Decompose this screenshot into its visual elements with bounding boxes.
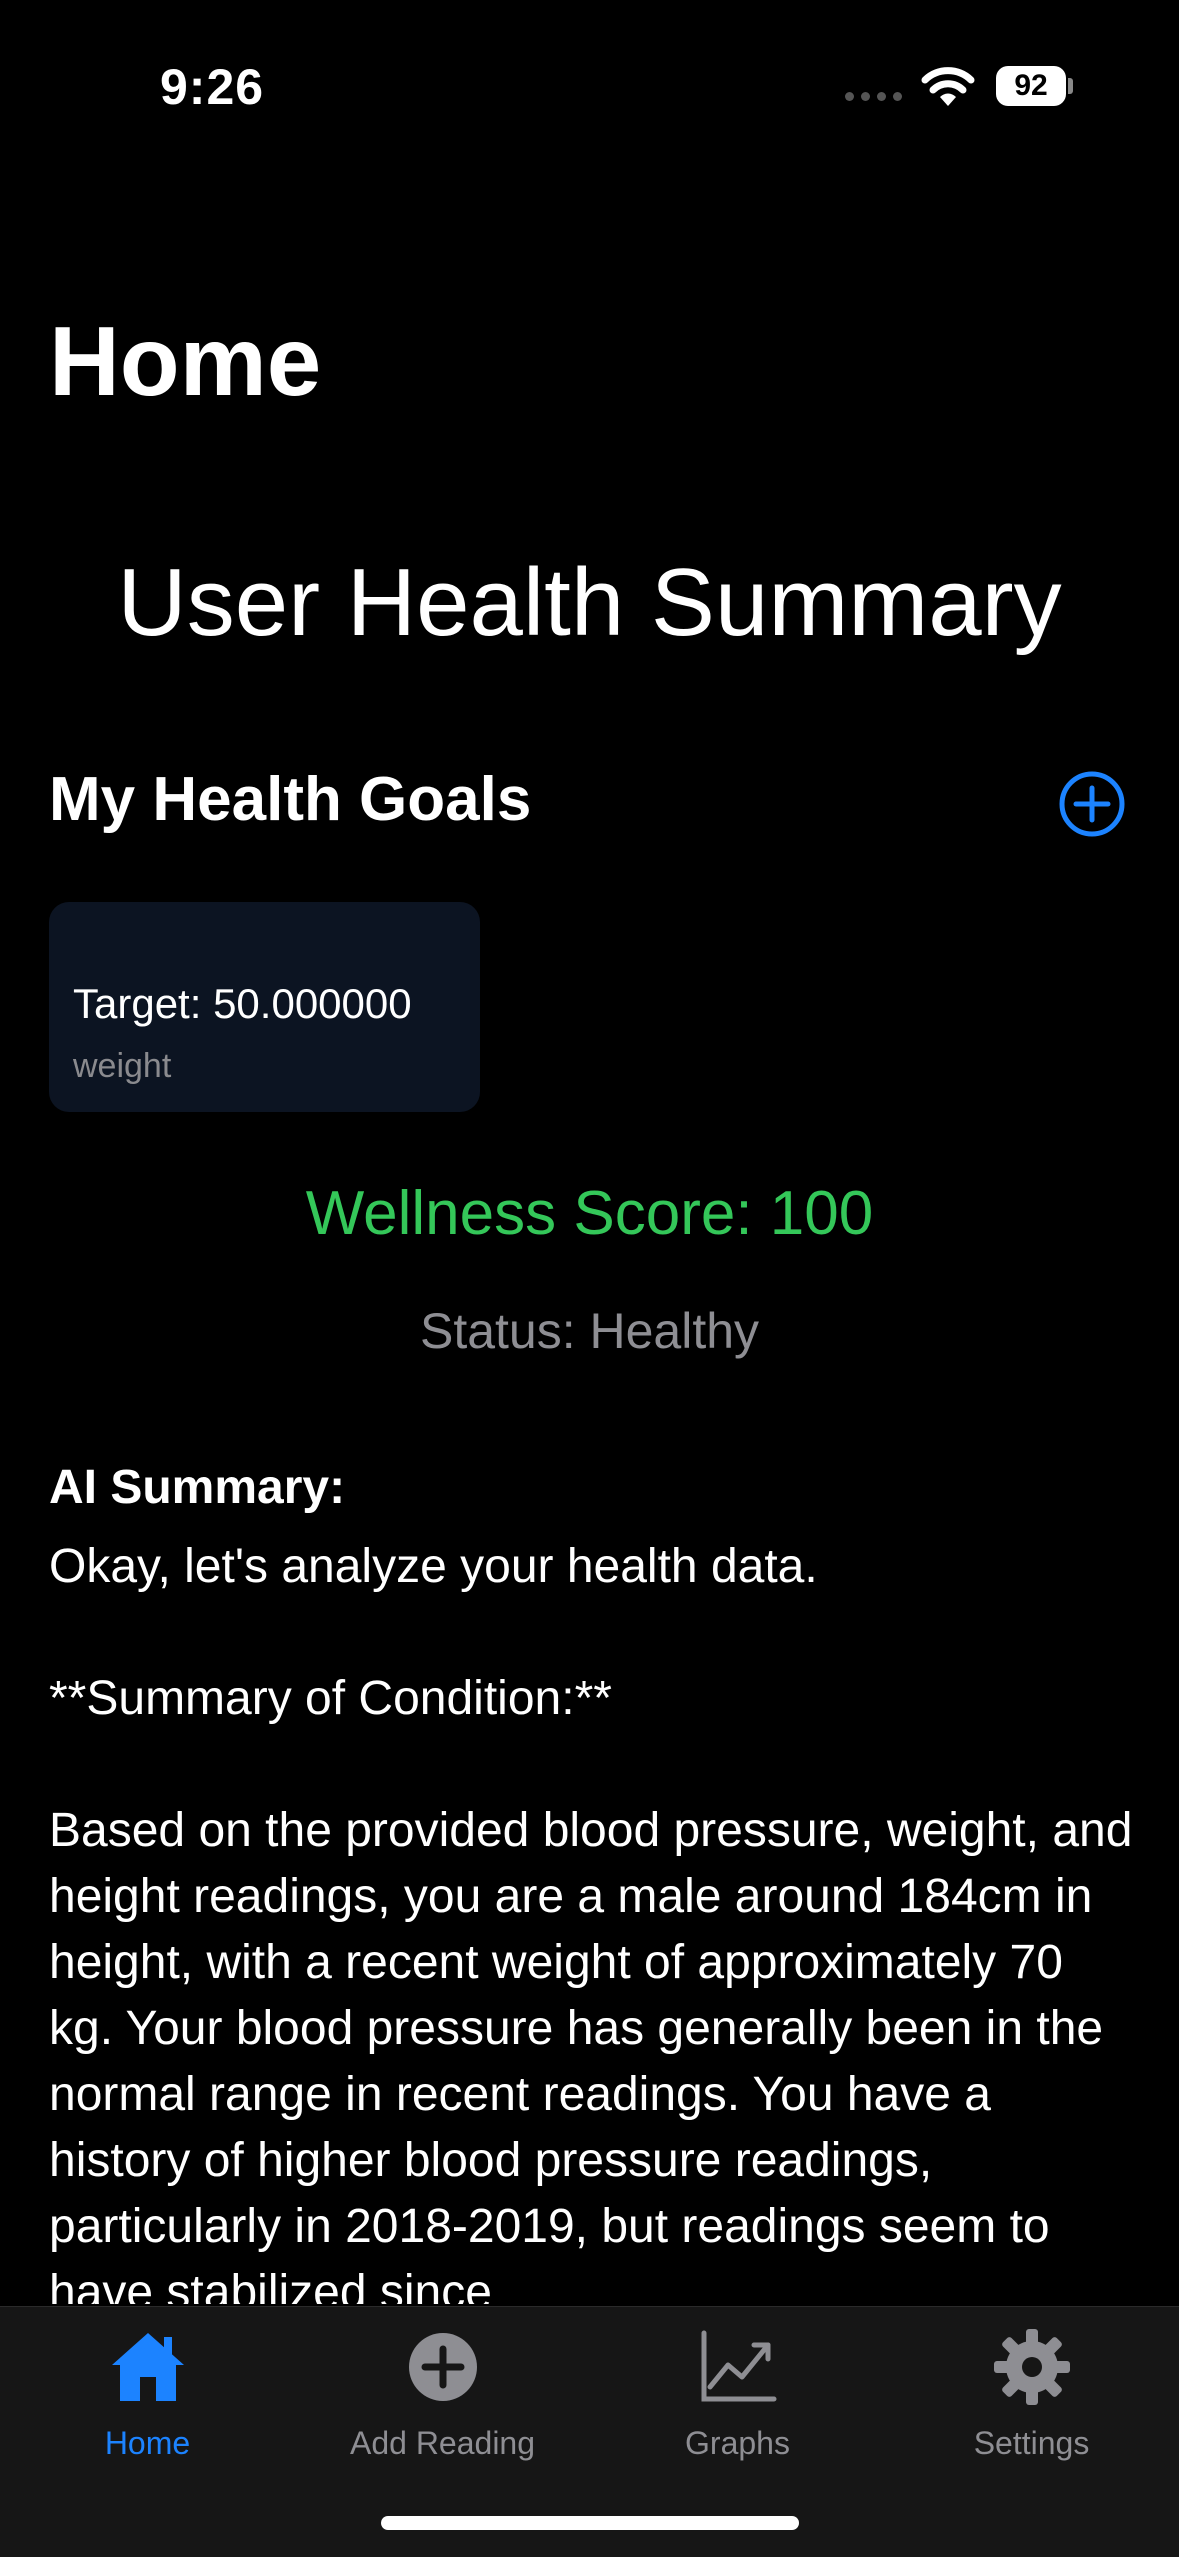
tab-home[interactable]: Home xyxy=(0,2307,295,2487)
chart-line-icon xyxy=(701,2330,776,2402)
health-status: Status: Healthy xyxy=(419,1303,760,1359)
ai-summary-label: AI Summary: xyxy=(49,1461,346,1514)
page-title: Home xyxy=(49,306,322,416)
tab-label: Add Reading xyxy=(349,2425,536,2461)
status-time: 9:26 xyxy=(160,59,265,115)
ai-summary-paragraph: **Summary of Condition:** xyxy=(49,1672,612,1725)
battery-icon: 92 xyxy=(996,66,1073,106)
goal-metric: weight xyxy=(73,1047,172,1085)
ai-summary-paragraph: Based on the provided blood pressure, we… xyxy=(49,1804,1133,2304)
goals-heading: My Health Goals xyxy=(49,765,532,834)
wifi-icon xyxy=(921,67,975,106)
tab-add-reading[interactable]: Add Reading xyxy=(295,2307,590,2487)
summary-title: User Health Summary xyxy=(117,549,1062,656)
ai-summary-text: Okay, let's analyze your health data. **… xyxy=(49,1534,1139,2304)
battery-level: 92 xyxy=(1014,69,1048,102)
house-icon xyxy=(111,2333,184,2401)
goal-card[interactable]: Target: 50.000000 weight xyxy=(49,902,480,1112)
ai-summary-paragraph: Okay, let's analyze your health data. xyxy=(49,1540,818,1593)
tab-label: Graphs xyxy=(685,2425,790,2461)
tab-settings[interactable]: Settings xyxy=(884,2307,1179,2487)
add-goal-button[interactable] xyxy=(1058,770,1126,838)
tab-graphs[interactable]: Graphs xyxy=(590,2307,885,2487)
tab-label: Settings xyxy=(973,2425,1090,2461)
wellness-score: Wellness Score: 100 xyxy=(305,1179,874,1248)
gear-icon xyxy=(993,2329,1070,2405)
goal-target: Target: 50.000000 xyxy=(73,980,412,1027)
status-bar: 9:26 92 xyxy=(0,0,1179,170)
home-indicator[interactable] xyxy=(381,2516,799,2530)
cellular-signal-icon xyxy=(845,92,902,101)
plus-circle-fill-icon xyxy=(408,2333,477,2401)
tab-label: Home xyxy=(104,2425,191,2461)
